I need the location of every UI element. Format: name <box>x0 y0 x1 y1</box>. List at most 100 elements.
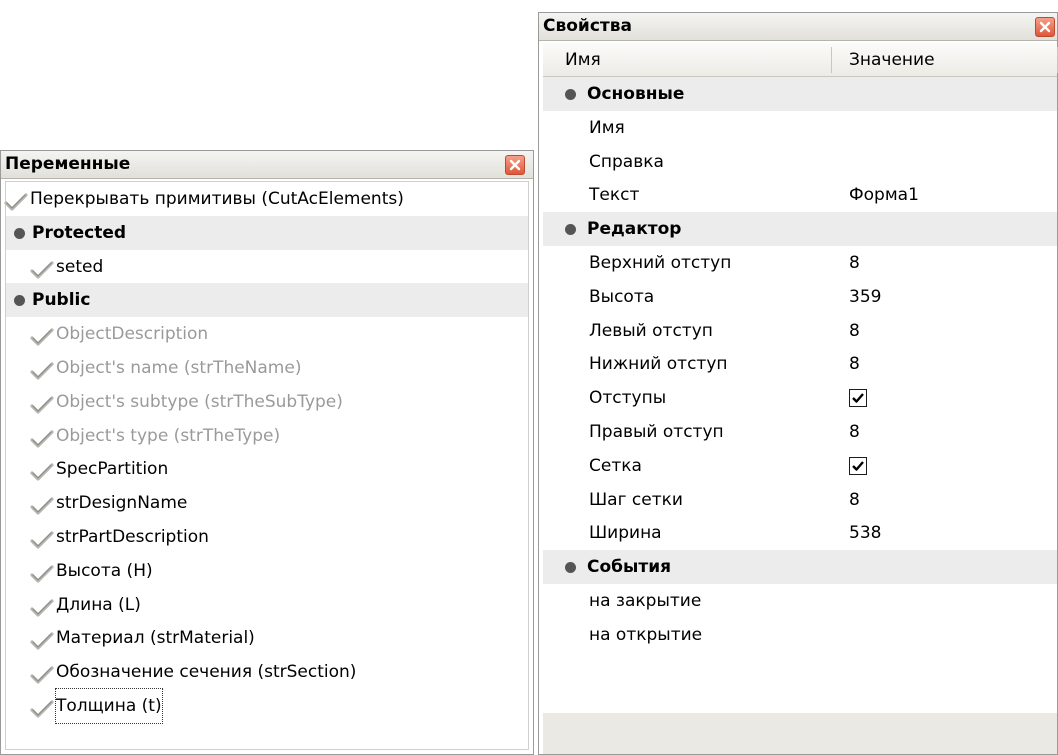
column-divider[interactable] <box>831 47 832 73</box>
property-row[interactable]: Отступы <box>543 381 1057 415</box>
column-header-value[interactable]: Значение <box>849 43 935 77</box>
variables-group-row[interactable]: Protected <box>6 215 528 250</box>
variables-panel-titlebar: Переменные <box>1 151 533 179</box>
variables-item-row[interactable]: Object's name (strTheName) <box>6 351 528 385</box>
properties-panel-titlebar: Свойства <box>539 13 1057 41</box>
bullet-icon <box>565 224 576 236</box>
variables-item-row[interactable]: Материал (strMaterial) <box>6 621 528 655</box>
property-row[interactable]: Верхний отступ 8 <box>543 246 1057 280</box>
variables-item-label: strDesignName <box>56 493 188 514</box>
variables-item-row[interactable]: Высота (H) <box>6 554 528 588</box>
property-name: Верхний отступ <box>589 253 732 273</box>
property-row[interactable]: Текст Форма1 <box>543 178 1057 212</box>
variables-item-label: ObjectDescription <box>56 324 209 345</box>
checkmark-icon <box>4 190 28 211</box>
variables-item-label: Толщина (t) <box>55 688 163 724</box>
variables-item-label: Object's name (strTheName) <box>56 358 302 378</box>
property-row[interactable]: на открытие <box>543 618 1057 652</box>
variables-item-row[interactable]: Обозначение сечения (strSection) <box>6 655 528 689</box>
variables-item-label: Перекрывать примитивы (CutAcElements) <box>30 189 404 209</box>
property-value[interactable]: 8 <box>849 314 860 348</box>
property-row[interactable]: Ширина 538 <box>543 516 1057 550</box>
property-row[interactable]: Сетка <box>543 449 1057 483</box>
property-value[interactable]: 8 <box>849 246 860 280</box>
variables-item-label: SpecPartition <box>56 459 169 480</box>
variables-item-row[interactable]: Object's type (strTheType) <box>6 419 528 453</box>
variables-group-label: Protected <box>32 222 127 243</box>
variables-item-row[interactable]: Длина (L) <box>6 588 528 622</box>
property-name: Ширина <box>589 523 662 544</box>
variables-item-row[interactable]: Толщина (t) <box>6 688 528 724</box>
variables-item-row[interactable]: Перекрывать примитивы (CutAcElements) <box>4 182 528 216</box>
checkmark-icon <box>30 393 54 414</box>
variables-item-label: Материал (strMaterial) <box>56 628 255 649</box>
variables-list: Перекрывать примитивы (CutAcElements) Pro… <box>4 181 529 750</box>
properties-panel: Свойства Имя Значение Основные Имя Справка… <box>538 12 1058 755</box>
variables-group-label: Public <box>32 290 91 311</box>
checkmark-icon <box>30 359 54 380</box>
property-value[interactable]: 8 <box>849 483 860 517</box>
properties-panel-close-icon[interactable] <box>1035 17 1055 37</box>
bullet-icon <box>565 562 576 574</box>
checkmark-icon <box>30 596 54 617</box>
variables-item-label: strPartDescription <box>56 527 209 547</box>
column-header-name[interactable]: Имя <box>565 43 601 77</box>
variables-item-row[interactable]: strDesignName <box>6 486 528 520</box>
property-value[interactable]: 359 <box>849 280 881 314</box>
variables-item-row[interactable]: strPartDescription <box>6 520 528 554</box>
properties-grid: Имя Значение Основные Имя Справка Текст Форм… <box>543 43 1058 754</box>
property-value[interactable]: 538 <box>849 516 881 550</box>
property-category-row[interactable]: Редактор <box>543 212 1057 247</box>
variables-item-label: seted <box>56 256 104 277</box>
property-row[interactable]: Справка <box>543 145 1057 179</box>
property-row[interactable]: Высота 359 <box>543 280 1057 314</box>
variables-item-row[interactable]: Object's subtype (strTheSubType) <box>6 385 528 419</box>
property-row[interactable]: Имя <box>543 111 1057 145</box>
variables-panel: Переменные Перекрывать примитивы (CutAcE… <box>0 150 534 755</box>
bullet-icon <box>14 295 25 307</box>
property-name: на закрытие <box>589 591 702 611</box>
property-name: Шаг сетки <box>589 489 683 510</box>
variables-item-row[interactable]: seted <box>6 250 528 284</box>
checkmark-icon <box>30 697 54 718</box>
property-checkbox[interactable] <box>849 389 867 408</box>
property-name: Имя <box>589 117 625 138</box>
property-name: Правый отступ <box>589 422 724 442</box>
variables-panel-close-icon[interactable] <box>505 155 525 175</box>
property-category-label: События <box>587 557 672 578</box>
property-value[interactable]: Форма1 <box>849 178 919 212</box>
property-name: Текст <box>589 185 640 206</box>
property-row[interactable]: Правый отступ 8 <box>543 415 1057 449</box>
variables-item-row[interactable]: SpecPartition <box>6 452 528 486</box>
property-row[interactable]: Шаг сетки 8 <box>543 483 1057 517</box>
bullet-icon <box>14 227 25 239</box>
variables-group-row[interactable]: Public <box>6 283 528 318</box>
properties-empty-area <box>543 713 1057 754</box>
checkmark-icon <box>30 663 54 684</box>
checkmark-icon <box>30 562 54 583</box>
property-row[interactable]: Левый отступ 8 <box>543 314 1057 348</box>
variables-item-row[interactable]: ObjectDescription <box>6 317 528 351</box>
property-category-row[interactable]: События <box>543 550 1057 585</box>
property-category-label: Основные <box>587 84 685 104</box>
property-name: Отступы <box>589 388 667 409</box>
checkmark-icon <box>30 494 54 515</box>
property-row[interactable]: на закрытие <box>543 584 1057 618</box>
property-category-row[interactable]: Основные <box>543 77 1057 111</box>
property-category-label: Редактор <box>587 219 682 240</box>
checkmark-icon <box>30 528 54 549</box>
property-name: Справка <box>589 151 664 172</box>
property-value[interactable]: 8 <box>849 415 860 449</box>
property-value[interactable]: 8 <box>849 347 860 381</box>
variables-panel-title: Переменные <box>5 154 131 174</box>
property-name: Нижний отступ <box>589 354 728 375</box>
property-checkbox[interactable] <box>849 456 867 475</box>
property-name: Высота <box>589 286 655 307</box>
variables-item-label: Длина (L) <box>56 594 141 615</box>
variables-item-label: Object's type (strTheType) <box>56 425 281 446</box>
property-row[interactable]: Нижний отступ 8 <box>543 347 1057 381</box>
property-name: на открытие <box>589 624 703 645</box>
properties-panel-title: Свойства <box>543 16 632 36</box>
checkmark-icon <box>30 460 54 481</box>
property-name: Левый отступ <box>589 320 713 341</box>
